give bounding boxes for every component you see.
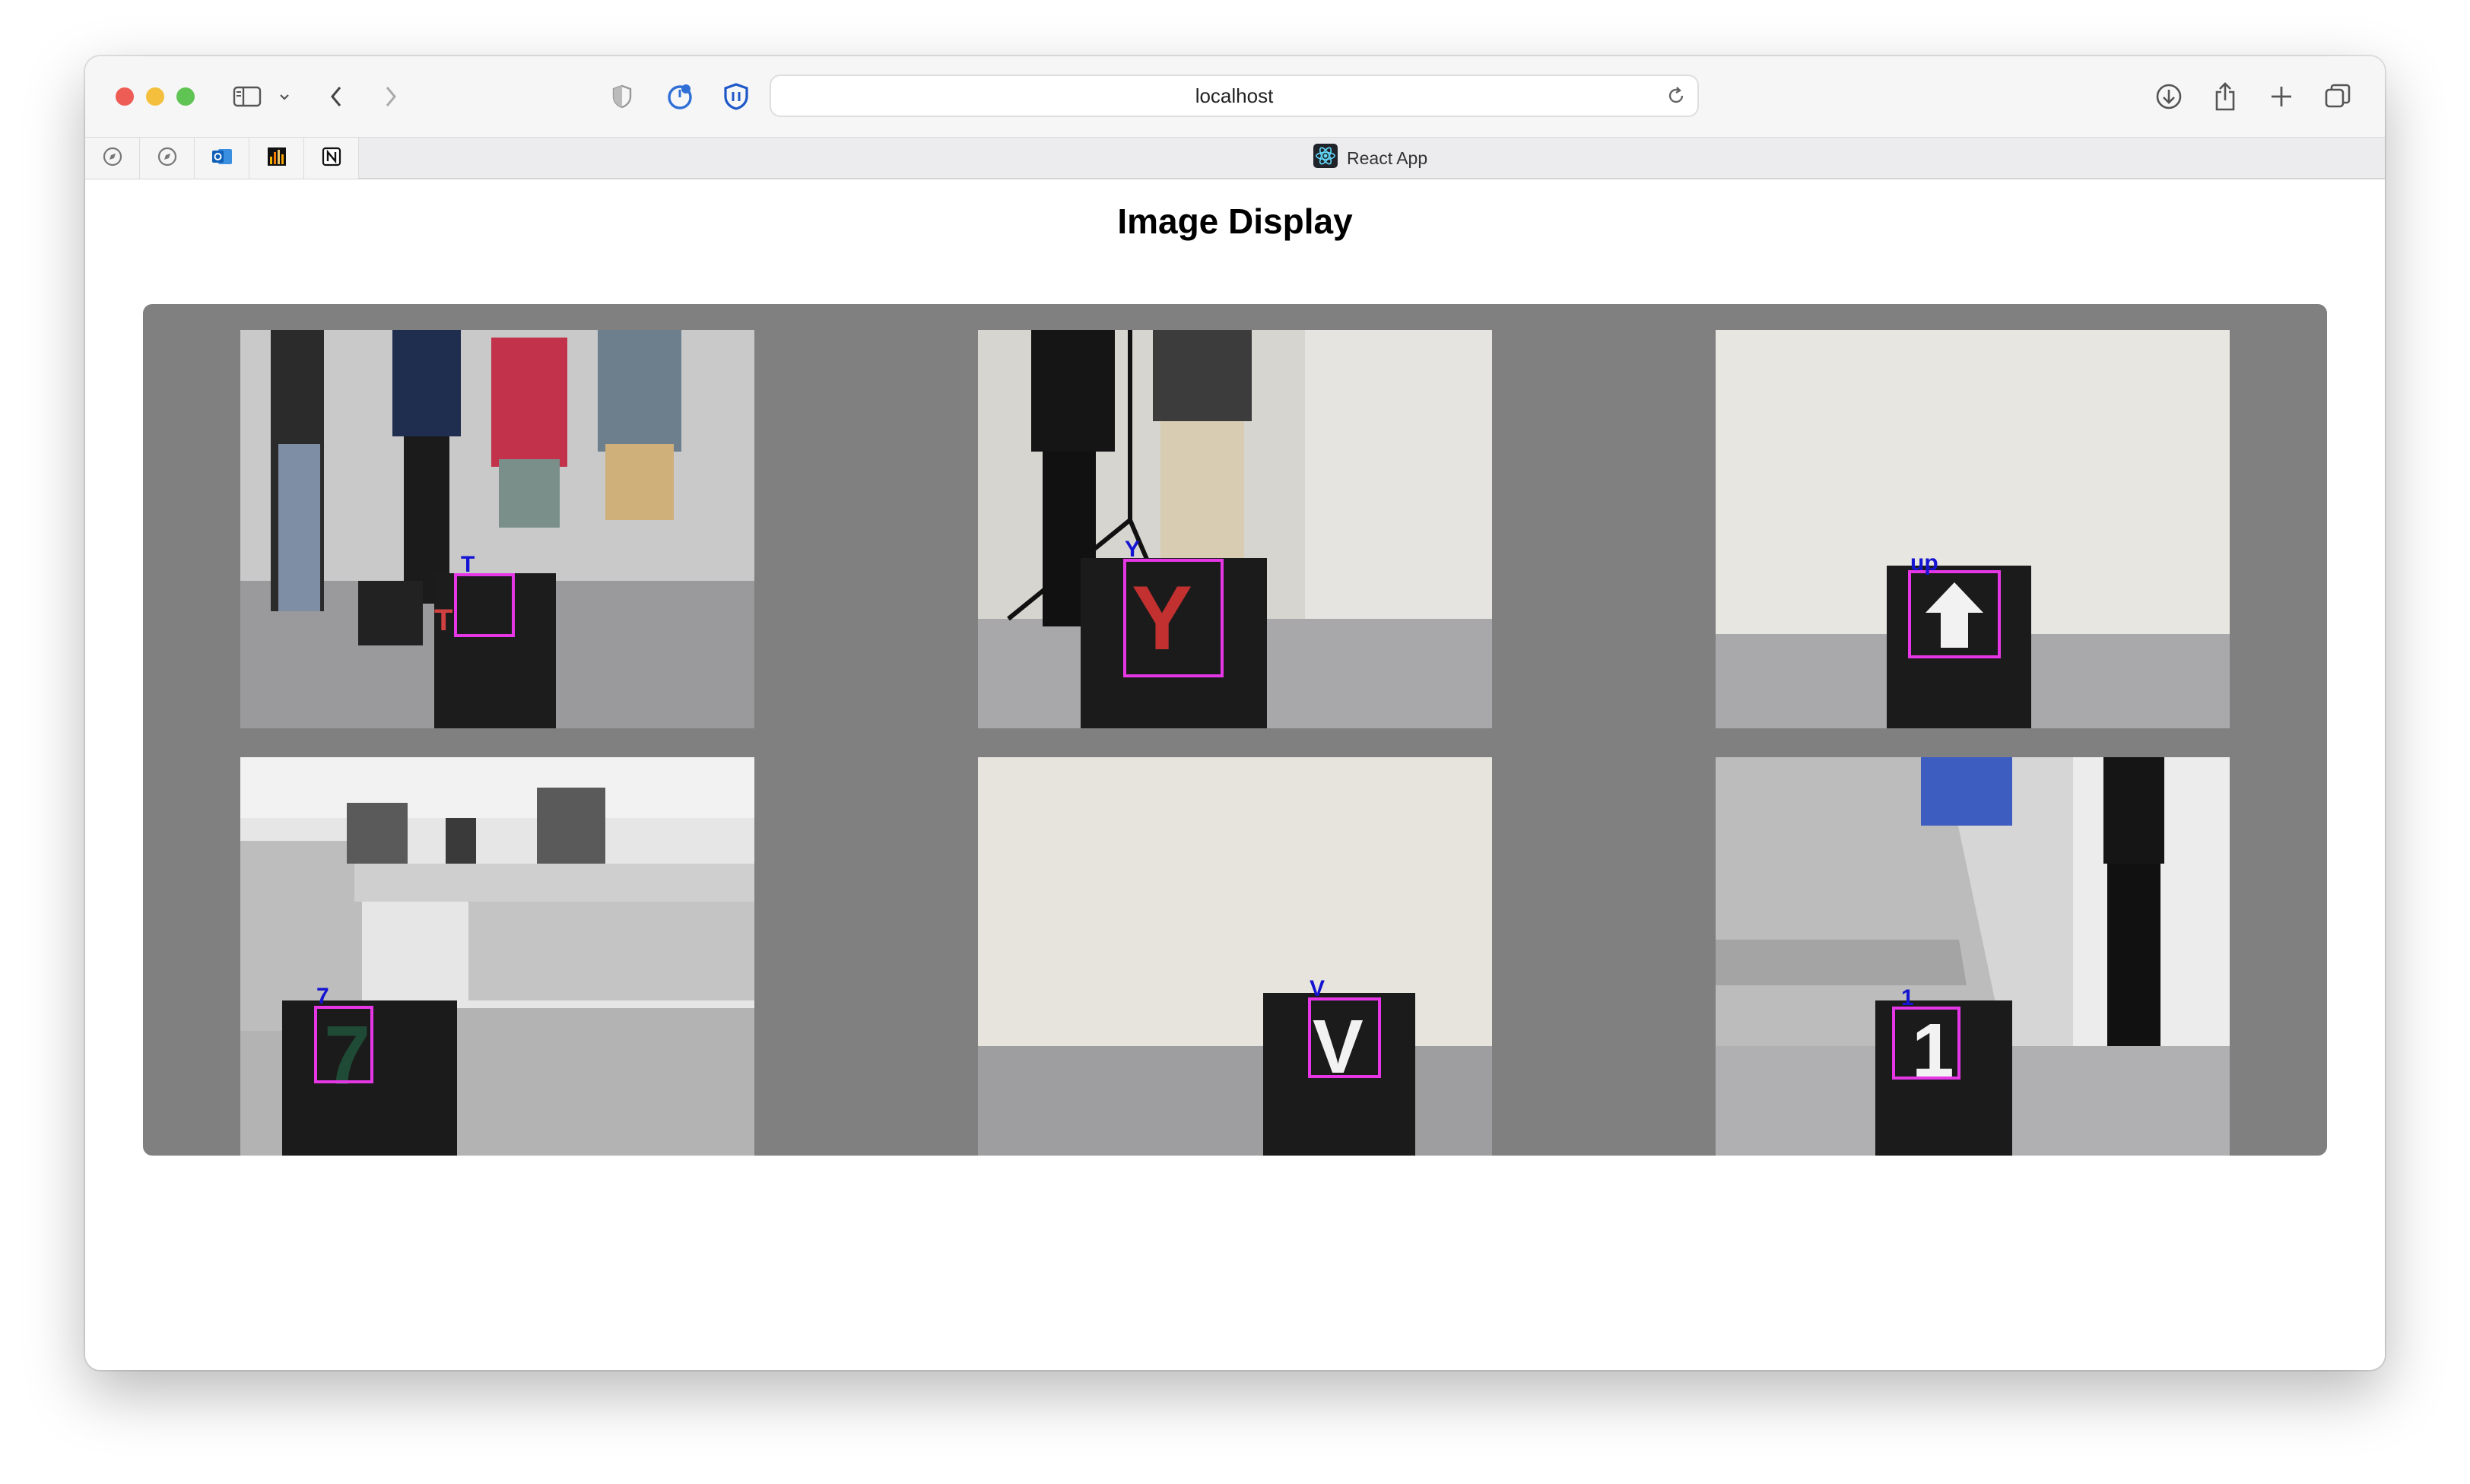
browser-window: localhost React App Image Display T T Y …: [85, 56, 2385, 1370]
forward-icon[interactable]: [376, 79, 406, 114]
page-content: Image Display T T Y Y up 7 7 V V 1 1: [85, 179, 2385, 1370]
detection-label: up: [1910, 550, 1938, 576]
detection-label: T: [461, 552, 475, 577]
svg-text:T: T: [434, 604, 452, 637]
new-tab-icon[interactable]: [2265, 79, 2298, 114]
detection-image: T T: [240, 330, 754, 728]
svg-text:7: 7: [324, 1009, 370, 1102]
pinned-tab-analytics[interactable]: [249, 138, 304, 179]
bar-chart-icon: [266, 146, 287, 171]
detection-image: up: [1716, 330, 2230, 728]
address-bar[interactable]: localhost: [770, 75, 1699, 117]
share-icon[interactable]: [2208, 79, 2242, 114]
minimize-window-button[interactable]: [146, 87, 164, 106]
tab-title-text: React App: [1347, 147, 1428, 168]
password-manager-icon[interactable]: [719, 79, 753, 114]
reload-icon[interactable]: [1665, 85, 1687, 110]
pinned-tab-safari-2[interactable]: [140, 138, 195, 179]
react-icon: [1313, 144, 1338, 173]
notion-icon: [321, 146, 342, 171]
downloads-icon[interactable]: [2152, 79, 2186, 114]
detection-label: 7: [316, 984, 329, 1009]
detection-label: 1: [1901, 985, 1914, 1010]
image-grid-panel: T T Y Y up 7 7 V V 1 1: [143, 304, 2327, 1156]
chevron-down-icon[interactable]: [275, 79, 294, 114]
page-title: Image Display: [1117, 201, 1353, 241]
detection-label: Y: [1125, 537, 1140, 562]
pinned-tab-outlook[interactable]: [195, 138, 249, 179]
url-text: localhost: [1195, 84, 1274, 107]
outlook-icon: [211, 146, 233, 171]
zoom-window-button[interactable]: [176, 87, 195, 106]
detection-label: V: [1310, 976, 1325, 1001]
detection-image: 7 7: [240, 757, 754, 1156]
back-icon[interactable]: [321, 79, 351, 114]
detection-image: Y Y: [978, 330, 1492, 728]
browser-toolbar: localhost: [85, 56, 2385, 137]
tab-bar: React App: [85, 137, 2385, 179]
pinned-tabs: [85, 138, 359, 179]
svg-text:Y: Y: [1132, 567, 1192, 669]
tab-react-app[interactable]: React App: [1313, 144, 1428, 173]
pinned-tab-notion[interactable]: [304, 138, 359, 179]
privacy-shield-icon[interactable]: [607, 79, 637, 114]
extension-timer-icon[interactable]: [663, 79, 697, 114]
sidebar-toggle-icon[interactable]: [230, 79, 265, 114]
compass-icon: [157, 146, 178, 171]
tab-overview-icon[interactable]: [2321, 79, 2354, 114]
close-window-button[interactable]: [116, 87, 134, 106]
detection-image: V V: [978, 757, 1492, 1156]
detection-image: 1 1: [1716, 757, 2230, 1156]
compass-icon: [102, 146, 123, 171]
pinned-tab-safari[interactable]: [85, 138, 140, 179]
svg-text:1: 1: [1912, 1008, 1954, 1093]
